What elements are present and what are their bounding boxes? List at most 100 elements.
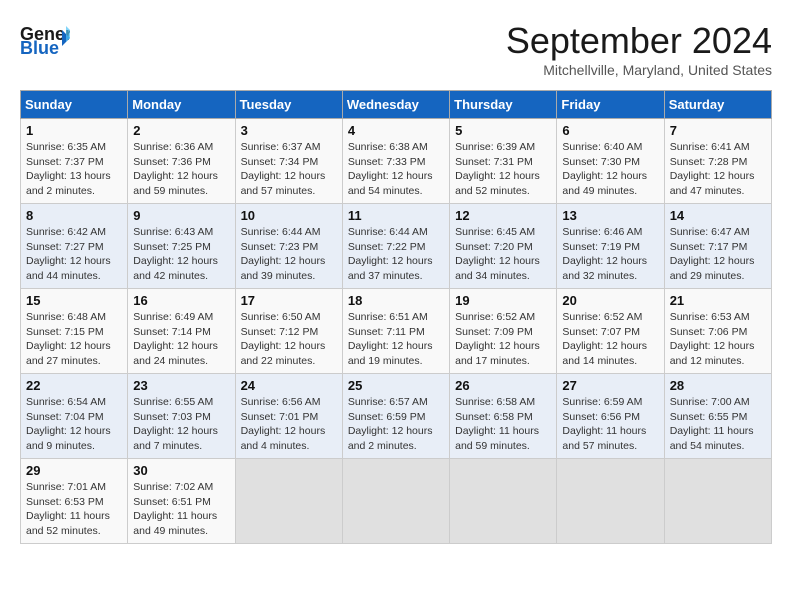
cell-info: Sunrise: 6:37 AMSunset: 7:34 PMDaylight:… (241, 141, 326, 197)
calendar-cell (450, 459, 557, 544)
calendar-cell: 11 Sunrise: 6:44 AMSunset: 7:22 PMDaylig… (342, 204, 449, 289)
calendar-row: 1 Sunrise: 6:35 AMSunset: 7:37 PMDayligh… (21, 119, 772, 204)
cell-info: Sunrise: 6:44 AMSunset: 7:22 PMDaylight:… (348, 226, 433, 282)
day-number: 20 (562, 293, 658, 308)
cell-info: Sunrise: 6:38 AMSunset: 7:33 PMDaylight:… (348, 141, 433, 197)
day-number: 5 (455, 123, 551, 138)
calendar-cell: 27 Sunrise: 6:59 AMSunset: 6:56 PMDaylig… (557, 374, 664, 459)
cell-info: Sunrise: 6:52 AMSunset: 7:09 PMDaylight:… (455, 311, 540, 367)
col-friday: Friday (557, 91, 664, 119)
col-thursday: Thursday (450, 91, 557, 119)
calendar-cell (557, 459, 664, 544)
calendar-cell (235, 459, 342, 544)
day-number: 6 (562, 123, 658, 138)
calendar-row: 22 Sunrise: 6:54 AMSunset: 7:04 PMDaylig… (21, 374, 772, 459)
cell-info: Sunrise: 6:50 AMSunset: 7:12 PMDaylight:… (241, 311, 326, 367)
calendar-cell: 15 Sunrise: 6:48 AMSunset: 7:15 PMDaylig… (21, 289, 128, 374)
calendar-cell: 19 Sunrise: 6:52 AMSunset: 7:09 PMDaylig… (450, 289, 557, 374)
calendar-table: Sunday Monday Tuesday Wednesday Thursday… (20, 90, 772, 544)
col-wednesday: Wednesday (342, 91, 449, 119)
calendar-cell: 5 Sunrise: 6:39 AMSunset: 7:31 PMDayligh… (450, 119, 557, 204)
cell-info: Sunrise: 7:02 AMSunset: 6:51 PMDaylight:… (133, 481, 217, 537)
cell-info: Sunrise: 6:40 AMSunset: 7:30 PMDaylight:… (562, 141, 647, 197)
day-number: 4 (348, 123, 444, 138)
header-row: Sunday Monday Tuesday Wednesday Thursday… (21, 91, 772, 119)
cell-info: Sunrise: 6:55 AMSunset: 7:03 PMDaylight:… (133, 396, 218, 452)
day-number: 16 (133, 293, 229, 308)
col-monday: Monday (128, 91, 235, 119)
cell-info: Sunrise: 6:52 AMSunset: 7:07 PMDaylight:… (562, 311, 647, 367)
day-number: 11 (348, 208, 444, 223)
calendar-cell: 21 Sunrise: 6:53 AMSunset: 7:06 PMDaylig… (664, 289, 771, 374)
cell-info: Sunrise: 6:48 AMSunset: 7:15 PMDaylight:… (26, 311, 111, 367)
calendar-cell (342, 459, 449, 544)
cell-info: Sunrise: 6:56 AMSunset: 7:01 PMDaylight:… (241, 396, 326, 452)
calendar-cell: 14 Sunrise: 6:47 AMSunset: 7:17 PMDaylig… (664, 204, 771, 289)
calendar-cell: 10 Sunrise: 6:44 AMSunset: 7:23 PMDaylig… (235, 204, 342, 289)
calendar-cell: 29 Sunrise: 7:01 AMSunset: 6:53 PMDaylig… (21, 459, 128, 544)
calendar-row: 29 Sunrise: 7:01 AMSunset: 6:53 PMDaylig… (21, 459, 772, 544)
cell-info: Sunrise: 6:44 AMSunset: 7:23 PMDaylight:… (241, 226, 326, 282)
day-number: 7 (670, 123, 766, 138)
calendar-cell: 3 Sunrise: 6:37 AMSunset: 7:34 PMDayligh… (235, 119, 342, 204)
day-number: 9 (133, 208, 229, 223)
day-number: 8 (26, 208, 122, 223)
day-number: 10 (241, 208, 337, 223)
cell-info: Sunrise: 6:45 AMSunset: 7:20 PMDaylight:… (455, 226, 540, 282)
calendar-cell: 23 Sunrise: 6:55 AMSunset: 7:03 PMDaylig… (128, 374, 235, 459)
svg-text:Blue: Blue (20, 38, 59, 56)
calendar-body: 1 Sunrise: 6:35 AMSunset: 7:37 PMDayligh… (21, 119, 772, 544)
calendar-cell: 24 Sunrise: 6:56 AMSunset: 7:01 PMDaylig… (235, 374, 342, 459)
calendar-row: 8 Sunrise: 6:42 AMSunset: 7:27 PMDayligh… (21, 204, 772, 289)
cell-info: Sunrise: 7:00 AMSunset: 6:55 PMDaylight:… (670, 396, 754, 452)
day-number: 21 (670, 293, 766, 308)
calendar-cell: 7 Sunrise: 6:41 AMSunset: 7:28 PMDayligh… (664, 119, 771, 204)
day-number: 28 (670, 378, 766, 393)
calendar-cell: 16 Sunrise: 6:49 AMSunset: 7:14 PMDaylig… (128, 289, 235, 374)
logo: General Blue (20, 20, 70, 56)
day-number: 15 (26, 293, 122, 308)
calendar-cell: 30 Sunrise: 7:02 AMSunset: 6:51 PMDaylig… (128, 459, 235, 544)
cell-info: Sunrise: 6:47 AMSunset: 7:17 PMDaylight:… (670, 226, 755, 282)
day-number: 14 (670, 208, 766, 223)
day-number: 17 (241, 293, 337, 308)
cell-info: Sunrise: 6:43 AMSunset: 7:25 PMDaylight:… (133, 226, 218, 282)
day-number: 29 (26, 463, 122, 478)
logo-icon: General Blue (20, 20, 70, 56)
col-sunday: Sunday (21, 91, 128, 119)
calendar-cell: 13 Sunrise: 6:46 AMSunset: 7:19 PMDaylig… (557, 204, 664, 289)
cell-info: Sunrise: 6:46 AMSunset: 7:19 PMDaylight:… (562, 226, 647, 282)
day-number: 1 (26, 123, 122, 138)
day-number: 27 (562, 378, 658, 393)
cell-info: Sunrise: 6:51 AMSunset: 7:11 PMDaylight:… (348, 311, 433, 367)
calendar-cell: 12 Sunrise: 6:45 AMSunset: 7:20 PMDaylig… (450, 204, 557, 289)
calendar-row: 15 Sunrise: 6:48 AMSunset: 7:15 PMDaylig… (21, 289, 772, 374)
day-number: 24 (241, 378, 337, 393)
calendar-cell: 20 Sunrise: 6:52 AMSunset: 7:07 PMDaylig… (557, 289, 664, 374)
day-number: 13 (562, 208, 658, 223)
day-number: 3 (241, 123, 337, 138)
page-header: General Blue September 2024 Mitchellvill… (20, 20, 772, 78)
calendar-cell: 8 Sunrise: 6:42 AMSunset: 7:27 PMDayligh… (21, 204, 128, 289)
calendar-cell (664, 459, 771, 544)
calendar-cell: 28 Sunrise: 7:00 AMSunset: 6:55 PMDaylig… (664, 374, 771, 459)
cell-info: Sunrise: 6:49 AMSunset: 7:14 PMDaylight:… (133, 311, 218, 367)
col-tuesday: Tuesday (235, 91, 342, 119)
cell-info: Sunrise: 7:01 AMSunset: 6:53 PMDaylight:… (26, 481, 110, 537)
day-number: 22 (26, 378, 122, 393)
cell-info: Sunrise: 6:36 AMSunset: 7:36 PMDaylight:… (133, 141, 218, 197)
title-area: September 2024 Mitchellville, Maryland, … (506, 20, 772, 78)
day-number: 23 (133, 378, 229, 393)
cell-info: Sunrise: 6:35 AMSunset: 7:37 PMDaylight:… (26, 141, 111, 197)
day-number: 30 (133, 463, 229, 478)
cell-info: Sunrise: 6:41 AMSunset: 7:28 PMDaylight:… (670, 141, 755, 197)
cell-info: Sunrise: 6:57 AMSunset: 6:59 PMDaylight:… (348, 396, 433, 452)
day-number: 25 (348, 378, 444, 393)
cell-info: Sunrise: 6:54 AMSunset: 7:04 PMDaylight:… (26, 396, 111, 452)
calendar-cell: 4 Sunrise: 6:38 AMSunset: 7:33 PMDayligh… (342, 119, 449, 204)
calendar-cell: 26 Sunrise: 6:58 AMSunset: 6:58 PMDaylig… (450, 374, 557, 459)
day-number: 19 (455, 293, 551, 308)
calendar-cell: 25 Sunrise: 6:57 AMSunset: 6:59 PMDaylig… (342, 374, 449, 459)
month-title: September 2024 (506, 20, 772, 62)
cell-info: Sunrise: 6:58 AMSunset: 6:58 PMDaylight:… (455, 396, 539, 452)
